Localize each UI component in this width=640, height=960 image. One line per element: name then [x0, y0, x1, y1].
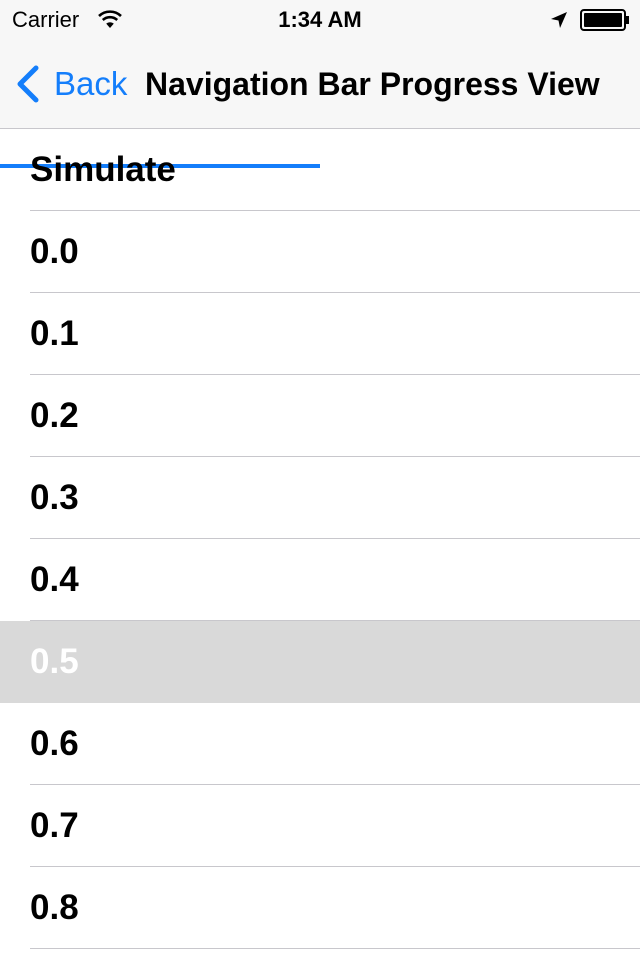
location-arrow-icon	[551, 12, 567, 28]
table-row-label: Simulate	[30, 150, 176, 189]
table-row[interactable]: 0.1	[0, 293, 640, 375]
options-table: Simulate 0.0 0.1 0.2 0.3 0.4 0.5 0.6 0.7 0.8	[0, 129, 640, 949]
table-row[interactable]: 0.5	[0, 621, 640, 703]
table-row-label: 0.8	[30, 888, 79, 927]
row-separator	[30, 948, 640, 949]
table-row[interactable]: 0.2	[0, 375, 640, 457]
battery-icon	[580, 9, 629, 31]
table-row[interactable]: 0.4	[0, 539, 640, 621]
table-row[interactable]: 0.6	[0, 703, 640, 785]
table-row[interactable]: 0.7	[0, 785, 640, 867]
navigation-bar: Back Navigation Bar Progress View	[0, 40, 640, 168]
status-time: 1:34 AM	[278, 7, 362, 32]
table-row-label: 0.3	[30, 478, 79, 517]
table-row-label: 0.5	[30, 642, 79, 681]
table-row-label: 0.2	[30, 396, 79, 435]
table-row-label: 0.1	[30, 314, 79, 353]
back-button-label: Back	[54, 65, 128, 102]
table-row-label: 0.7	[30, 806, 79, 845]
table-row[interactable]: 0.0	[0, 211, 640, 293]
table-row-label: 0.4	[30, 560, 79, 599]
back-button[interactable]: Back	[14, 64, 127, 104]
table-row-label: 0.6	[30, 724, 79, 763]
page-title: Navigation Bar Progress View	[145, 66, 600, 102]
table-row[interactable]: 0.8	[0, 867, 640, 949]
table-row[interactable]: 0.3	[0, 457, 640, 539]
table-row-label: 0.0	[30, 232, 79, 271]
status-bar: Carrier 1:34 AM	[0, 0, 640, 40]
table-row-simulate[interactable]: Simulate	[0, 129, 640, 211]
chevron-left-icon	[17, 65, 39, 103]
